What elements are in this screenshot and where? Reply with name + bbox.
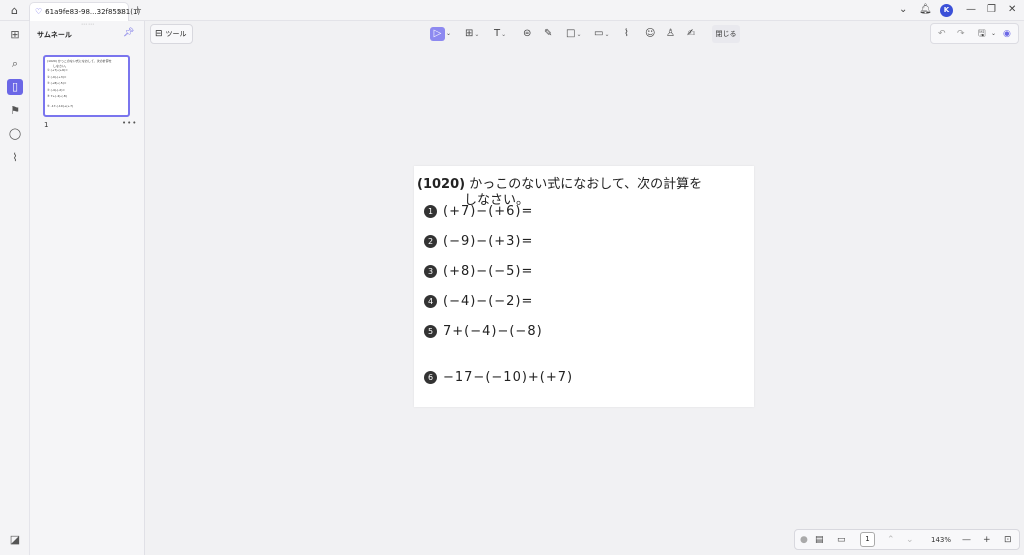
restore-icon[interactable]: ❐: [987, 3, 996, 17]
problem-number: 2: [424, 235, 437, 248]
thumbnail-panel: ⋯⋯ サムネール 📌︎ (1020) かっこのない式になおして、次の計算を しな…: [30, 21, 145, 555]
sticker-tool-icon[interactable]: ☺: [645, 27, 655, 41]
page-number-input[interactable]: 1: [860, 532, 875, 547]
tools-button[interactable]: ⊟ ツール: [150, 24, 193, 44]
fit-page-icon[interactable]: ⊡: [1004, 533, 1012, 547]
question-number: (1020): [417, 177, 466, 192]
circle-icon[interactable]: ●: [800, 533, 808, 547]
problem-expression: (−9)−(+3)=: [443, 234, 534, 249]
problem-expression: (−4)−(−2)=: [443, 294, 534, 309]
note-tool-icon[interactable]: ⊜: [523, 27, 531, 41]
pin-icon[interactable]: 📌︎: [123, 28, 134, 38]
bell-icon[interactable]: 🔔︎: [919, 3, 932, 17]
highlight-tool-icon[interactable]: ✎: [544, 27, 552, 41]
problem-number: 5: [424, 325, 437, 338]
minimize-icon[interactable]: —: [966, 3, 976, 17]
close-tab-icon[interactable]: ×: [116, 3, 123, 20]
problem-number: 3: [424, 265, 437, 278]
problem-expression: 7+(−4)−(−8): [443, 324, 543, 339]
question-title: (1020) かっこのない式になおして、次の計算を: [417, 173, 702, 192]
problem-item: 1 (+7)−(+6)=: [424, 204, 533, 219]
problem-number: 6: [424, 371, 437, 384]
thumbnail-page-number: 1: [44, 121, 49, 129]
bookmark-icon[interactable]: ⚑: [8, 104, 22, 118]
thumbnail-line: ③ (+8)-(-5)=: [47, 81, 67, 85]
present-icon[interactable]: ▭: [837, 533, 846, 547]
prev-page-icon[interactable]: ⌃: [887, 533, 895, 547]
zoom-out-icon[interactable]: —: [962, 533, 971, 547]
left-rail: ⊞ ⌕ ▯ ⚑ ◯ ⌇ ◪: [0, 21, 30, 555]
problem-item: 4 (−4)−(−2)=: [424, 294, 533, 309]
next-page-icon[interactable]: ⌄: [906, 533, 914, 547]
tools-label: ツール: [165, 30, 187, 38]
shape-tool-icon[interactable]: □⌄: [566, 27, 581, 41]
thumbnail-line: ① (+7)-(+6)=: [47, 68, 68, 72]
problem-expression: −17−(−10)+(+7): [443, 370, 574, 385]
thumbnail-line: ② (-9)-(+3)=: [47, 74, 67, 79]
attachment-icon[interactable]: ⌇: [8, 151, 22, 165]
right-tools: ↶ ↷ 🖫︎ ⌄ ◉: [930, 23, 1019, 44]
zoom-in-icon[interactable]: +: [983, 533, 991, 547]
title-bar: ⌂ ♡ 61a9fe83-98...32f85581(1) × + ⌄ 🔔︎ K …: [0, 0, 1024, 21]
chevron-down-icon[interactable]: ⌄: [446, 27, 451, 41]
attach-tool-icon[interactable]: ⌇: [624, 27, 629, 41]
ai-icon[interactable]: ◪: [8, 533, 22, 547]
select-tool-icon[interactable]: ▷: [430, 27, 445, 41]
thumbnail-panel-title: サムネール: [37, 31, 72, 39]
thumbnail-line: ④ (-4)-(-2)=: [47, 87, 65, 92]
text-tool-icon[interactable]: T⌄: [494, 27, 506, 41]
avatar[interactable]: K: [940, 4, 953, 17]
chevron-down-icon[interactable]: ⌄: [991, 27, 996, 41]
reading-mode-icon[interactable]: ▤: [815, 533, 824, 547]
problem-item: 3 (+8)−(−5)=: [424, 264, 533, 279]
zoom-level[interactable]: 143%: [931, 533, 951, 547]
heart-icon: ♡: [35, 7, 43, 16]
undo-icon[interactable]: ↶: [938, 27, 946, 41]
problem-item: 2 (−9)−(+3)=: [424, 234, 533, 249]
drag-handle[interactable]: ⋯⋯: [81, 21, 95, 28]
form-tool-icon[interactable]: ▭⌄: [594, 27, 609, 41]
more-icon[interactable]: •••: [122, 119, 137, 127]
chevron-down-icon[interactable]: ⌄: [899, 3, 907, 17]
problem-expression: (+8)−(−5)=: [443, 264, 534, 279]
signature-tool-icon[interactable]: ✍: [687, 27, 695, 41]
thumbnail-line: ⑥ -17-(-10)+(+7): [47, 103, 74, 108]
assistant-icon[interactable]: ◉: [1003, 27, 1011, 41]
layout-tool-icon[interactable]: ⊞⌄: [465, 27, 479, 41]
problem-item: 6 −17−(−10)+(+7): [424, 370, 573, 385]
comment-icon[interactable]: ◯: [8, 127, 22, 141]
redo-icon[interactable]: ↷: [957, 27, 965, 41]
problem-expression: (+7)−(+6)=: [443, 204, 534, 219]
toolbox-icon: ⊟: [155, 29, 163, 39]
problem-number: 1: [424, 205, 437, 218]
close-tools-button[interactable]: 閉じる: [712, 25, 740, 43]
problem-number: 4: [424, 295, 437, 308]
save-icon[interactable]: 🖫︎: [978, 27, 986, 41]
tab-title: 61a9fe83-98...32f85581(1): [45, 8, 141, 16]
home-icon[interactable]: ⌂: [8, 4, 21, 17]
problem-item: 5 7+(−4)−(−8): [424, 324, 543, 339]
status-bar: ● ▤ ▭ 1 ⌃ ⌄ 143% — + ⊡: [794, 529, 1020, 550]
thumbnail-line: ⑤ 7+(-4)-(-8): [47, 94, 67, 98]
stamp-tool-icon[interactable]: ♙: [666, 27, 675, 41]
grid-icon[interactable]: ⊞: [8, 28, 22, 42]
page-icon[interactable]: ▯: [7, 79, 23, 95]
search-icon[interactable]: ⌕: [8, 57, 22, 71]
page-thumbnail[interactable]: (1020) かっこのない式になおして、次の計算を しなさい。 ① (+7)-(…: [43, 55, 130, 117]
close-window-icon[interactable]: ✕: [1008, 3, 1016, 17]
document-page: (1020) かっこのない式になおして、次の計算を しなさい。 1 (+7)−(+…: [414, 166, 754, 407]
document-tab[interactable]: ♡ 61a9fe83-98...32f85581(1) ×: [29, 2, 140, 21]
new-tab-icon[interactable]: +: [133, 3, 142, 16]
